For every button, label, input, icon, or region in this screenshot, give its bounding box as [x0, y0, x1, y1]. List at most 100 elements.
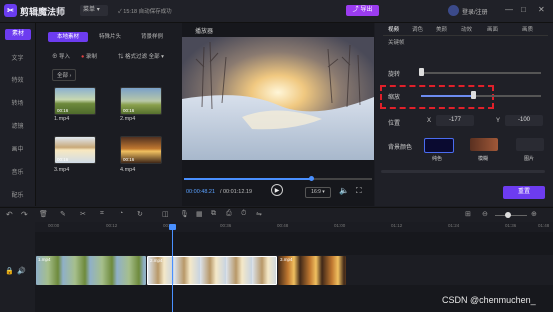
- filter-icon: ⇅: [118, 54, 124, 60]
- progress-handle[interactable]: [309, 176, 314, 181]
- zoom-slider[interactable]: [495, 215, 527, 216]
- bg-image-swatch[interactable]: [516, 138, 544, 151]
- sidenav-item-transition[interactable]: 转场: [0, 98, 35, 107]
- media-thumbnail[interactable]: 00:16: [54, 87, 96, 115]
- rotate-slider-handle[interactable]: [419, 68, 424, 76]
- sidenav-item-effects[interactable]: 特效: [0, 75, 35, 84]
- position-y-label: Y: [496, 118, 501, 124]
- timeline-clip[interactable]: 1.mp4: [36, 256, 146, 285]
- reset-button[interactable]: 重置: [503, 186, 545, 199]
- media-thumbnail[interactable]: 00:16: [120, 136, 162, 164]
- properties-scrollbar[interactable]: [381, 170, 545, 173]
- chevron-right-icon: ›: [69, 73, 72, 79]
- sidenav-item-filter[interactable]: 滤镜: [0, 121, 35, 130]
- lock-icon[interactable]: 🔒: [5, 267, 14, 275]
- crop-icon[interactable]: ⌗: [100, 210, 104, 218]
- tab-frame[interactable]: 画面: [487, 25, 498, 33]
- bg-blur-swatch[interactable]: [470, 138, 498, 151]
- delete-icon[interactable]: 🗑: [39, 210, 48, 218]
- ruler-tick: 01:12: [391, 223, 403, 228]
- sidenav-item-score[interactable]: 配乐: [0, 190, 35, 199]
- tab-color[interactable]: 调色: [412, 25, 423, 33]
- tab-background-sample[interactable]: 背景样例: [132, 32, 172, 42]
- rotate-icon[interactable]: ↻: [137, 210, 143, 218]
- ruler-tick: 00:48: [277, 223, 289, 228]
- pip-icon[interactable]: ⧉: [211, 210, 216, 218]
- edit-icon[interactable]: ✎: [60, 210, 66, 218]
- tab-special-intro[interactable]: 特殊片头: [90, 32, 130, 42]
- position-x-input[interactable]: -177: [436, 115, 474, 126]
- mic-icon[interactable]: 🎙: [180, 210, 189, 218]
- undo-icon[interactable]: ↶: [6, 210, 13, 219]
- tab-motion[interactable]: 动效: [461, 25, 472, 33]
- media-filename: 1.mp4: [54, 116, 70, 122]
- side-nav: 素材 文字 特效 转场 滤镜 画中 音乐 配乐: [0, 23, 36, 206]
- mute-icon[interactable]: 🔊: [17, 267, 26, 275]
- fullscreen-icon[interactable]: ⛶: [356, 186, 362, 196]
- export-button[interactable]: ⤴ 导出: [346, 5, 379, 16]
- import-button[interactable]: ⊕ 导入: [52, 52, 70, 60]
- scale-label: 缩放: [388, 95, 401, 101]
- aspect-ratio-value: 16:9: [311, 189, 321, 195]
- tab-video[interactable]: 视频: [388, 25, 399, 33]
- clip-label: 1.mp4: [38, 257, 51, 262]
- zoom-slider-handle[interactable]: [505, 212, 511, 218]
- menu-label: 菜单: [83, 7, 96, 13]
- save-status: ✓ 15:18 自动保存成功: [118, 7, 172, 15]
- media-thumbnail[interactable]: 00:16: [54, 136, 96, 164]
- current-time: 00:00:48.21: [186, 189, 216, 195]
- clock-icon[interactable]: ⏱: [241, 210, 246, 218]
- media-filename: 2.mp4: [120, 116, 136, 122]
- record-label: 录制: [85, 54, 97, 60]
- scale-slider-fill: [421, 95, 473, 97]
- login-link[interactable]: 登录/注册: [462, 7, 488, 16]
- playhead[interactable]: [172, 227, 173, 312]
- rotate-label: 旋转: [388, 72, 401, 78]
- avatar[interactable]: [448, 5, 459, 16]
- maximize-button[interactable]: □: [521, 5, 526, 14]
- redo-icon[interactable]: ↷: [21, 210, 28, 219]
- folder-all-button[interactable]: 全部 ›: [52, 69, 77, 81]
- split-icon[interactable]: ✂: [80, 210, 86, 218]
- tab-local-media[interactable]: 本地素材: [48, 32, 88, 42]
- media-filename: 4.mp4: [120, 167, 136, 173]
- format-filter[interactable]: ⇅ 格式过滤 全部 ▾: [118, 52, 164, 60]
- ruler-tick: 00:36: [220, 223, 232, 228]
- player-title: 播放器: [195, 29, 214, 35]
- bg-solid-swatch[interactable]: [424, 138, 454, 153]
- speed-icon[interactable]: ◔: [119, 210, 123, 217]
- screenshot-icon[interactable]: ⎙: [226, 210, 232, 218]
- sidenav-item-pip[interactable]: 画中: [0, 144, 35, 153]
- background-color-label: 背景颜色: [388, 145, 413, 151]
- tab-keyframe[interactable]: 关键帧: [388, 38, 405, 46]
- sidenav-item-material[interactable]: 素材: [5, 29, 31, 40]
- timeline-clip-selected[interactable]: 2.mp4: [147, 256, 277, 285]
- rotate-slider[interactable]: [421, 72, 541, 74]
- scale-slider-handle[interactable]: [471, 91, 476, 99]
- freeze-icon[interactable]: ◫: [162, 210, 169, 218]
- flip-icon[interactable]: ⇋: [256, 210, 262, 218]
- sidenav-item-text[interactable]: 文字: [0, 53, 35, 62]
- close-button[interactable]: ✕: [538, 5, 545, 14]
- sidenav-item-music[interactable]: 音乐: [0, 167, 35, 176]
- import-label: 导入: [59, 54, 71, 60]
- timeline-clip[interactable]: 3.mp4: [278, 256, 346, 285]
- position-label: 位置: [388, 121, 401, 127]
- duration-label: 00:16: [57, 108, 69, 113]
- tab-quality[interactable]: 画质: [522, 25, 533, 33]
- volume-icon[interactable]: 🔈: [339, 186, 349, 195]
- tab-beauty[interactable]: 美颜: [436, 25, 447, 33]
- minimize-button[interactable]: —: [505, 5, 513, 14]
- play-button[interactable]: ▶: [271, 184, 283, 196]
- mosaic-icon[interactable]: ▦: [196, 210, 203, 218]
- zoom-out-icon[interactable]: ⊖: [482, 210, 488, 218]
- position-y-input[interactable]: -100: [505, 115, 543, 126]
- aspect-ratio-select[interactable]: 16:9 ▾: [305, 187, 331, 198]
- zoom-in-icon[interactable]: ⊕: [531, 210, 537, 218]
- media-thumbnail[interactable]: 00:16: [120, 87, 162, 115]
- fit-icon[interactable]: ⊞: [465, 210, 471, 218]
- menu-button[interactable]: 菜单 ▾: [80, 5, 108, 16]
- progress-fill: [184, 178, 311, 180]
- video-preview[interactable]: [182, 37, 374, 160]
- record-button[interactable]: ● 录制: [81, 52, 97, 60]
